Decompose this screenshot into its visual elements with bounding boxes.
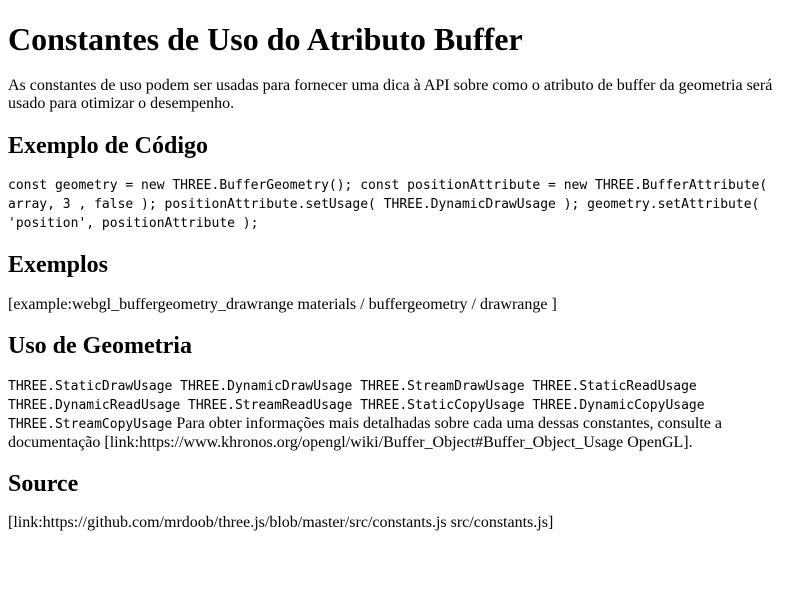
geometry-usage-heading: Uso de Geometria — [8, 333, 192, 360]
page-title: Constantes de Uso do Atributo Buffer — [8, 21, 523, 57]
source-text: [link:https://github.com/mrdoob/three.js… — [8, 514, 554, 532]
intro-paragraph: As constantes de uso podem ser usadas pa… — [8, 76, 773, 113]
examples-heading: Exemplos — [8, 252, 109, 279]
code-example-text: const geometry = new THREE.BufferGeometr… — [8, 178, 768, 232]
examples-text: [example:webgl_buffergeometry_drawrange … — [8, 295, 557, 313]
code-example-block: const geometry = new THREE.BufferGeometr… — [8, 176, 792, 233]
document-page: Constantes de Uso do Atributo Buffer As … — [0, 21, 800, 533]
geometry-usage-paragraph: THREE.StaticDrawUsage THREE.DynamicDrawU… — [8, 377, 792, 452]
source-heading: Source — [8, 470, 79, 497]
code-example-heading: Exemplo de Código — [8, 132, 209, 159]
